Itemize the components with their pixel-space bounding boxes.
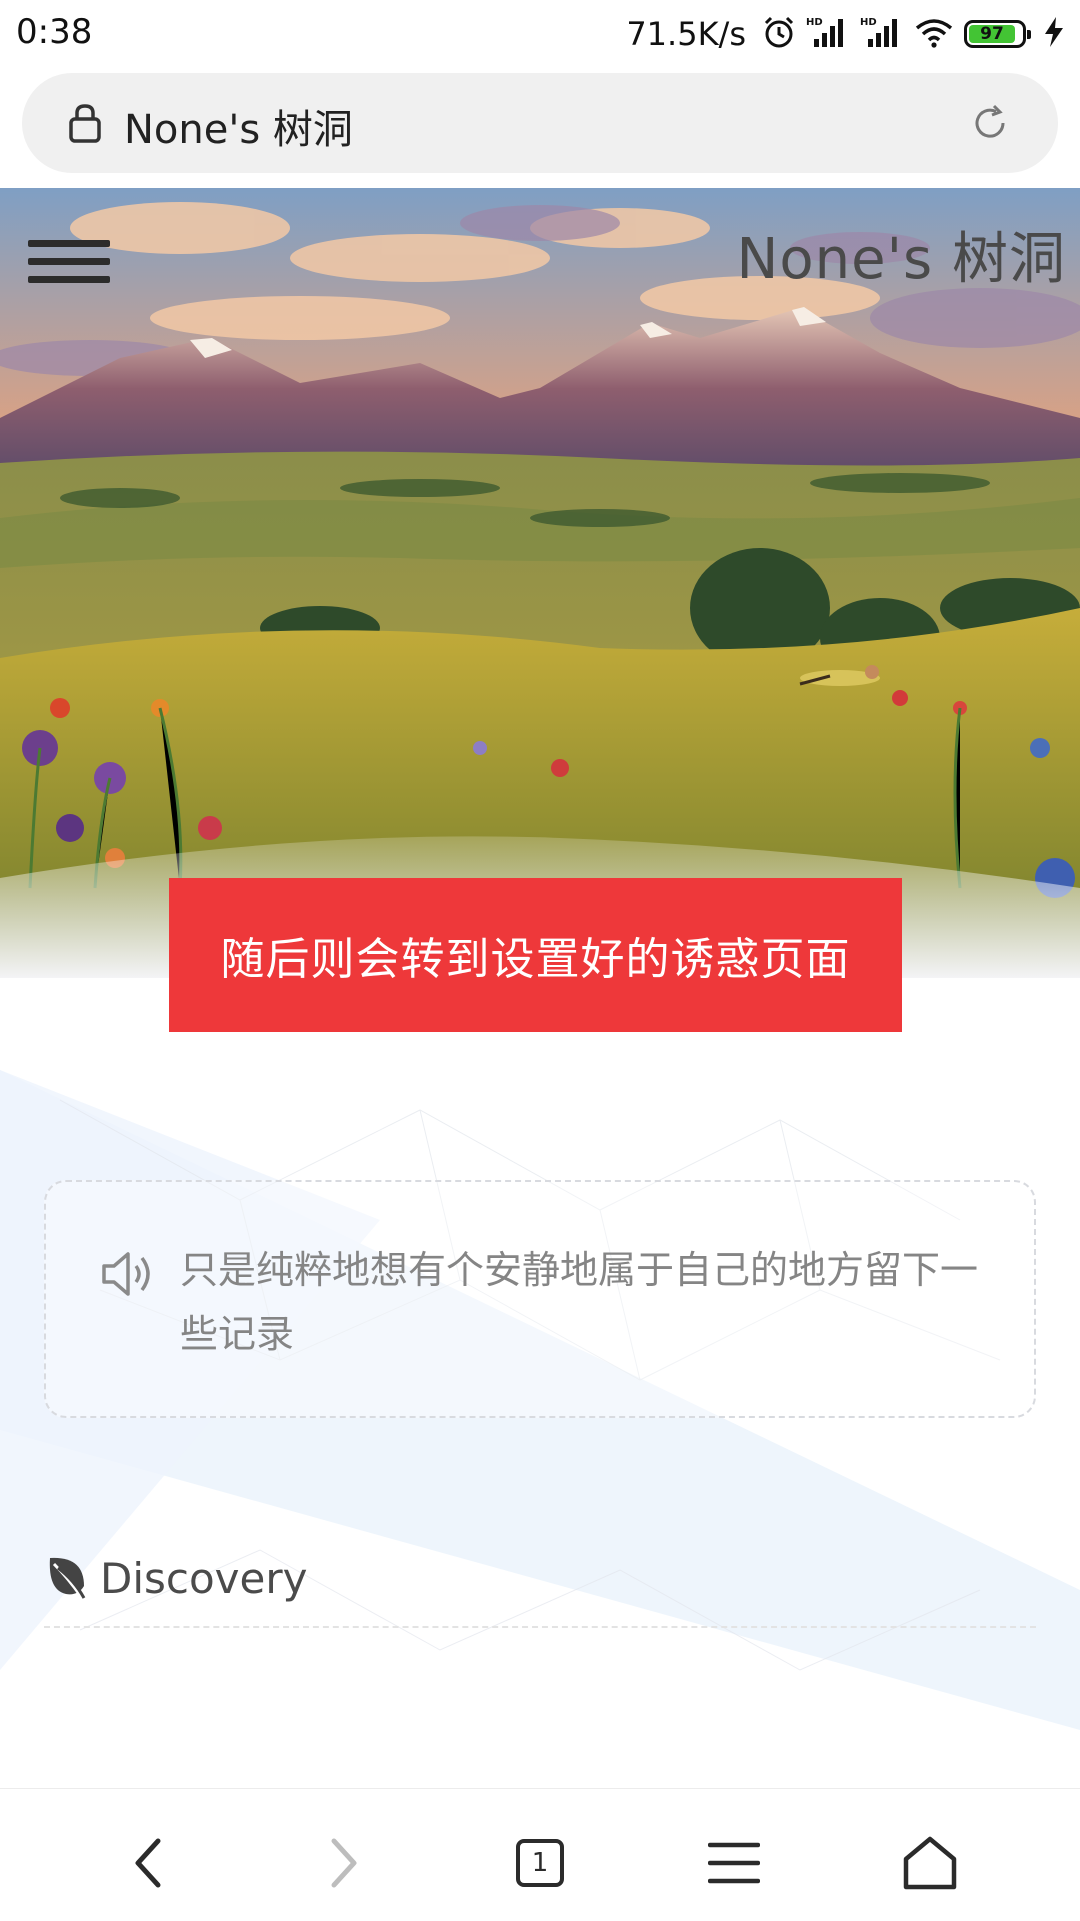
tabs-icon[interactable]: 1 [500, 1823, 580, 1903]
leaf-icon [44, 1552, 88, 1604]
hd-signal-icon: HD [860, 15, 904, 53]
alarm-icon [762, 15, 796, 53]
discovery-heading: Discovery [44, 1548, 308, 1608]
svg-text:HD: HD [860, 17, 877, 28]
forward-icon[interactable] [304, 1823, 384, 1903]
tab-count[interactable]: 1 [516, 1839, 564, 1887]
landscape-illustration [0, 188, 1080, 978]
url-text[interactable]: None's 树洞 [124, 97, 353, 155]
site-title[interactable]: None's 树洞 [737, 214, 1066, 295]
status-time: 0:38 [16, 12, 93, 52]
divider [44, 1626, 1036, 1628]
hd-signal-icon: HD [806, 15, 850, 53]
address-bar[interactable]: None's 树洞 [22, 73, 1058, 173]
network-speed: 71.5K/s [626, 15, 746, 53]
home-icon[interactable] [890, 1823, 970, 1903]
discovery-label: Discovery [100, 1553, 308, 1603]
lock-icon [68, 103, 102, 147]
battery-level: 97 [969, 25, 1015, 43]
status-icons: 71.5K/s HD HD 97 [626, 12, 1066, 56]
announcement-text: 只是纯粹地想有个安静地属于自己的地方留下一些记录 [180, 1248, 979, 1356]
hero-banner: None's 树洞 [0, 188, 1080, 978]
browser-bottom-nav: 1 [0, 1788, 1080, 1921]
reload-icon[interactable] [970, 103, 1010, 147]
speaker-icon [100, 1250, 156, 1302]
status-bar: 0:38 71.5K/s HD HD 97 [0, 0, 1080, 66]
hamburger-icon[interactable] [26, 232, 112, 292]
notice-banner: 随后则会转到设置好的诱惑页面 [169, 878, 902, 1032]
battery-icon: 97 [964, 20, 1031, 48]
announcement-card: 只是纯粹地想有个安静地属于自己的地方留下一些记录 [44, 1180, 1036, 1418]
back-icon[interactable] [108, 1823, 188, 1903]
svg-text:HD: HD [806, 17, 823, 28]
menu-icon[interactable] [694, 1823, 774, 1903]
charging-icon [1042, 16, 1066, 52]
wifi-icon [914, 16, 954, 52]
